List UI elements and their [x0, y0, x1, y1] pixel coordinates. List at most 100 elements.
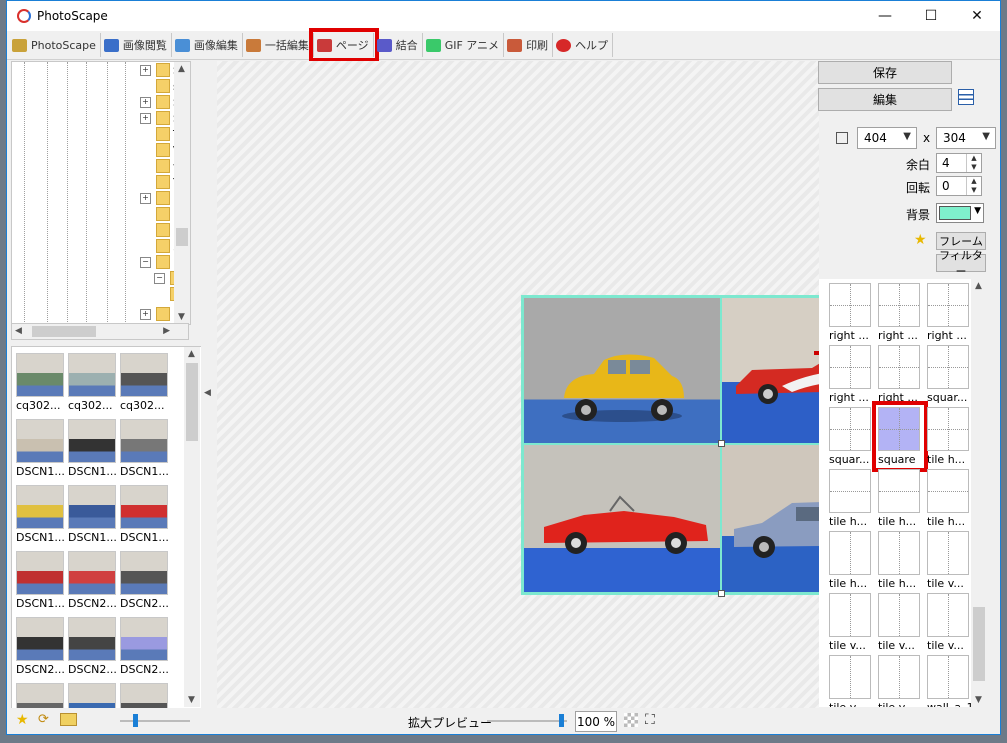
layout-template[interactable]: right ...	[878, 345, 922, 404]
tree-vertical-scrollbar[interactable]: ▲ ▼	[174, 62, 190, 324]
folder-tree[interactable]: +S sı +S +S T V w Y +ア カ ス パ −ミ − +ー ▲ ▼	[11, 61, 191, 325]
layout-template[interactable]: tile v...	[878, 593, 922, 652]
tab-photoscape[interactable]: PhotoScape	[9, 33, 101, 57]
expander[interactable]: +	[140, 308, 151, 320]
layout-template[interactable]: tile h...	[829, 531, 873, 590]
margin-spinner[interactable]: 4 ▲ ▼	[936, 153, 982, 173]
photo-cell-red-convertible[interactable]	[524, 445, 720, 592]
layout-template[interactable]: tile h...	[829, 469, 873, 528]
filter-button[interactable]: フィルター	[936, 249, 986, 278]
spin-arrows-icon[interactable]: ▲ ▼	[966, 177, 981, 195]
layout-template[interactable]: right ...	[927, 283, 971, 342]
background-color-picker[interactable]: ▼	[936, 203, 984, 223]
thumbnail-item[interactable]: DSCN1...	[16, 419, 68, 478]
thumbnail-item[interactable]: DSCN2...	[68, 551, 120, 610]
tab-gif-animation[interactable]: GIF アニメ	[423, 33, 505, 57]
thumbnail-item[interactable]: DSCN2...	[120, 551, 172, 610]
fit-screen-icon[interactable]: ⛶	[645, 712, 655, 728]
scroll-thumb[interactable]	[186, 363, 198, 441]
folder-icon[interactable]	[60, 713, 77, 726]
expander[interactable]: −	[140, 256, 151, 268]
thumbnail-item[interactable]: DSCN1...	[16, 485, 68, 544]
layout-template[interactable]: tile v...	[878, 655, 922, 707]
layout-template[interactable]: tile v...	[927, 531, 971, 590]
resize-handle[interactable]	[718, 590, 725, 597]
height-select[interactable]: 304 ▼	[936, 127, 996, 149]
rotate-spinner[interactable]: 0 ▲ ▼	[936, 176, 982, 196]
layout-list-icon[interactable]	[958, 89, 974, 105]
expander[interactable]: +	[140, 112, 151, 124]
thumbnail-list[interactable]: ▲ ▼ cq302... cq302... cq302... DSCN1... DSCN…	[11, 346, 203, 710]
layout-template-selected[interactable]: square	[872, 401, 928, 472]
zoom-slider[interactable]	[487, 714, 567, 727]
thumbnail-scrollbar[interactable]: ▲ ▼	[184, 347, 200, 707]
tab-viewer[interactable]: 画像閲覧	[101, 33, 172, 57]
thumbnail-item[interactable]: DSCN2...	[120, 617, 172, 676]
thumbnail-item[interactable]	[16, 683, 68, 709]
panel-splitter[interactable]: ◀	[201, 346, 213, 708]
resize-handle[interactable]	[718, 440, 725, 447]
scroll-right-arrow-icon[interactable]: ▶	[163, 326, 170, 336]
transparency-icon[interactable]	[624, 713, 638, 727]
tab-combine[interactable]: 結合	[374, 33, 423, 57]
layout-template[interactable]: tile h...	[927, 407, 971, 466]
layout-template[interactable]: tile v...	[829, 655, 873, 707]
scroll-down-arrow-icon[interactable]: ▼	[975, 695, 982, 705]
spin-arrows-icon[interactable]: ▲ ▼	[966, 154, 981, 172]
layout-template[interactable]: squar...	[927, 345, 971, 404]
thumbnail-item[interactable]: DSCN1...	[68, 419, 120, 478]
tree-horizontal-scrollbar[interactable]: ◀ ▶	[11, 323, 189, 340]
scroll-down-arrow-icon[interactable]: ▼	[188, 695, 195, 705]
scroll-thumb[interactable]	[32, 326, 96, 337]
layout-template[interactable]: right ...	[878, 283, 922, 342]
thumbnail-item[interactable]: cq302...	[120, 353, 172, 412]
thumbnail-item[interactable]: DSCN1...	[68, 485, 120, 544]
layout-template[interactable]: tile v...	[927, 593, 971, 652]
thumbnail-item[interactable]	[120, 683, 172, 709]
width-select[interactable]: 404 ▼	[857, 127, 917, 149]
star-icon[interactable]: ★	[16, 712, 29, 728]
star-icon[interactable]: ★	[914, 232, 927, 248]
tab-print[interactable]: 印刷	[504, 33, 554, 57]
photo-cell-yellow-car[interactable]	[524, 298, 720, 443]
minimize-button[interactable]: —	[862, 1, 908, 31]
edit-button[interactable]: 編集	[818, 88, 952, 111]
scroll-thumb[interactable]	[973, 607, 985, 681]
scroll-up-arrow-icon[interactable]: ▲	[178, 64, 185, 74]
layout-template[interactable]: tile h...	[878, 469, 922, 528]
maximize-button[interactable]: ☐	[908, 1, 954, 31]
slider-thumb[interactable]	[559, 714, 564, 727]
close-button[interactable]: ✕	[954, 1, 1000, 31]
scroll-down-arrow-icon[interactable]: ▼	[178, 312, 185, 322]
page-canvas[interactable]	[217, 61, 924, 708]
scroll-up-arrow-icon[interactable]: ▲	[975, 281, 982, 291]
layout-template-list[interactable]: ▲ ▼ right ... right ... right ... right ...…	[819, 279, 987, 707]
tab-help[interactable]: ヘルプ	[553, 33, 614, 57]
tab-page[interactable]: ページ	[308, 28, 379, 62]
thumbnail-item[interactable]: DSCN1...	[120, 419, 172, 478]
thumbnail-item[interactable]: DSCN2...	[16, 617, 68, 676]
expander[interactable]: +	[140, 192, 151, 204]
expander[interactable]: +	[140, 64, 151, 76]
slider-thumb[interactable]	[133, 714, 138, 727]
thumbnail-item[interactable]: DSCN1...	[120, 485, 172, 544]
thumbnail-item[interactable]: DSCN2...	[68, 617, 120, 676]
thumbnail-size-slider[interactable]	[120, 714, 190, 727]
save-button[interactable]: 保存	[818, 61, 952, 84]
expander[interactable]: −	[154, 272, 165, 284]
thumbnail-item[interactable]: cq302...	[16, 353, 68, 412]
scroll-left-arrow-icon[interactable]: ◀	[15, 326, 22, 336]
tab-editor[interactable]: 画像編集	[172, 33, 243, 57]
refresh-icon[interactable]: ⟳	[38, 712, 49, 727]
layout-template[interactable]: tile v...	[829, 593, 873, 652]
tab-batch-editor[interactable]: 一括編集	[243, 33, 314, 57]
collapse-arrow-icon[interactable]: ◀	[204, 388, 211, 398]
layout-template[interactable]: tile h...	[878, 531, 922, 590]
expander[interactable]: +	[140, 96, 151, 108]
thumbnail-item[interactable]: cq302...	[68, 353, 120, 412]
layout-template[interactable]: wall_a_1	[927, 655, 973, 707]
thumbnail-item[interactable]	[68, 683, 120, 709]
layout-template[interactable]: right ...	[829, 345, 873, 404]
layout-scrollbar[interactable]: ▲ ▼	[971, 279, 987, 707]
layout-template[interactable]: right ...	[829, 283, 873, 342]
